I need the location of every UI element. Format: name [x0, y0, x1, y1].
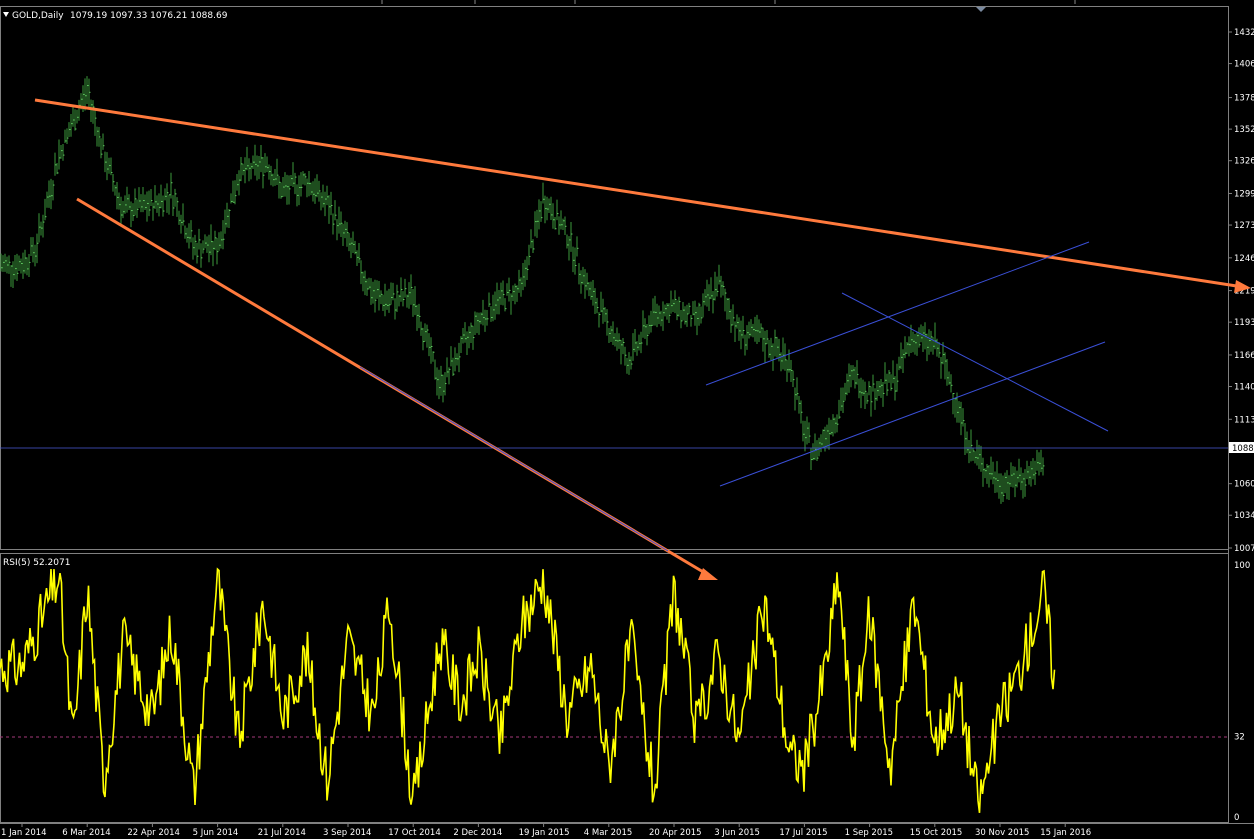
- x-tick-label: 6 Mar 2014: [62, 828, 110, 838]
- y-tick-label: 1432: [1234, 28, 1254, 38]
- x-tick-label: 3 Jun 2015: [714, 828, 760, 838]
- y-tick-label: 1352: [1234, 125, 1254, 135]
- ohlc-label: 1079.19 1097.33 1076.21 1088.69: [70, 11, 228, 21]
- x-tick-label: 2 Dec 2014: [453, 828, 502, 838]
- main-y-axis: 1432140613781352132612991273124612191193…: [1228, 28, 1254, 554]
- x-tick-label: 30 Nov 2015: [975, 828, 1029, 838]
- chart-menu-icon[interactable]: [3, 12, 9, 17]
- x-tick-label: 17 Oct 2014: [388, 828, 441, 838]
- y-tick-label: 1326: [1234, 157, 1254, 167]
- y-tick-label: 1406: [1234, 60, 1254, 70]
- rsi-y-tick-label: 100: [1234, 561, 1250, 571]
- x-tick-label: 20 Apr 2015: [649, 828, 702, 838]
- y-tick-label: 1299: [1234, 189, 1254, 199]
- x-tick-label: 5 Jun 2014: [193, 828, 239, 838]
- y-tick-label: 1007: [1234, 544, 1254, 554]
- price-series: [0, 76, 1045, 504]
- x-tick-label: 4 Mar 2015: [584, 828, 632, 838]
- shift-marker-icon[interactable]: [976, 7, 986, 12]
- chart-root: GOLD,Daily 1079.19 1097.33 1076.21 1088.…: [0, 0, 1254, 838]
- y-tick-label: 1166: [1234, 351, 1254, 361]
- y-tick-label: 1273: [1234, 221, 1254, 231]
- y-tick-label: 1113: [1234, 415, 1254, 425]
- y-tick-label: 1193: [1234, 318, 1254, 328]
- rsi-title: RSI(5) 52.2071: [3, 558, 70, 568]
- rsi-panel-frame: [0, 553, 1229, 823]
- rsi-y-axis: 100 32 0: [1234, 561, 1250, 823]
- x-tick-label: 21 Jul 2014: [258, 828, 306, 838]
- x-tick-label: 15 Jan 2016: [1040, 828, 1091, 838]
- y-tick-label: 1034: [1234, 511, 1254, 521]
- x-tick-label: 22 Apr 2014: [127, 828, 180, 838]
- rsi-y-tick-label: 0: [1234, 813, 1239, 823]
- x-tick-label: 1 Jan 2014: [1, 828, 47, 838]
- toolbar-markers: [381, 0, 1076, 4]
- lower-trendline-blue-overlay: [359, 366, 669, 552]
- current-price-label: 1088: [1232, 444, 1254, 454]
- chart-title: GOLD,Daily: [12, 11, 64, 21]
- y-tick-label: 1378: [1234, 94, 1254, 104]
- x-tick-label: 3 Sep 2014: [323, 828, 371, 838]
- upper-resistance-trendline[interactable]: [34, 98, 1244, 289]
- x-tick-label: 1 Sep 2015: [845, 828, 893, 838]
- main-panel-frame: [0, 6, 1229, 550]
- x-axis: 1 Jan 2014 6 Mar 2014 22 Apr 2014 5 Jun 201…: [1, 823, 1091, 838]
- x-tick-label: 19 Jan 2015: [519, 828, 570, 838]
- x-tick-label: 17 Jul 2015: [779, 828, 827, 838]
- y-tick-label: 1060: [1234, 480, 1254, 490]
- y-tick-label: 1140: [1234, 383, 1254, 393]
- y-tick-label: 1246: [1234, 254, 1254, 264]
- rsi-y-tick-label: 32: [1234, 733, 1245, 743]
- rsi-line: [0, 567, 1056, 813]
- blue-channel[interactable]: [705, 241, 1109, 487]
- x-tick-label: 15 Oct 2015: [910, 828, 963, 838]
